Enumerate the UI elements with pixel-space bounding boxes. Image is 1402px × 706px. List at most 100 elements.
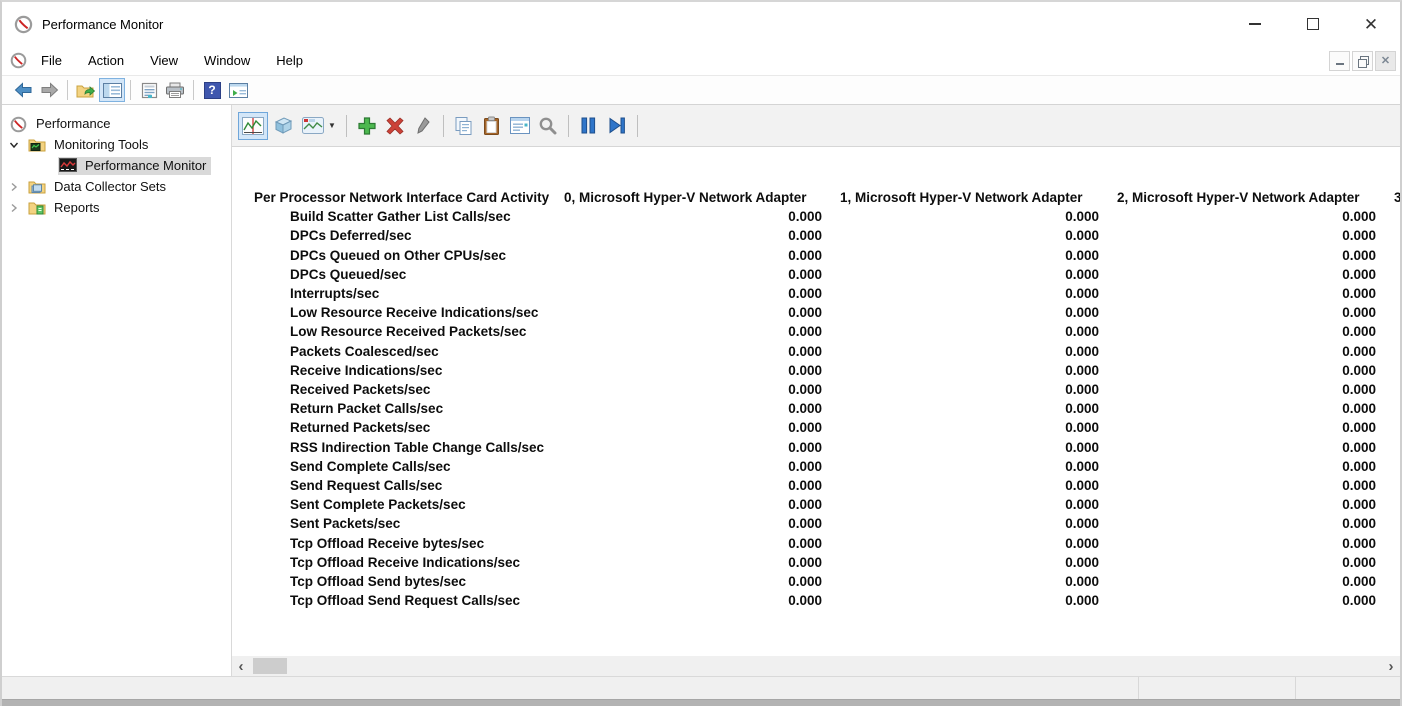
view-current-activity-icon [242,117,264,135]
counter-name: Sent Complete Packets/sec [254,495,564,514]
counter-value-clipped [1386,438,1400,457]
maximize-button[interactable] [1284,2,1342,46]
paste-icon [483,116,500,136]
counter-value-clipped [1386,457,1400,476]
tree-item-performance-monitor[interactable]: Performance Monitor [2,155,231,176]
chevron-expanded-icon[interactable] [8,139,20,151]
counter-value: 0.000 [832,572,1109,591]
export-list-button[interactable] [136,78,162,102]
back-icon [14,82,33,98]
table-row[interactable]: DPCs Queued on Other CPUs/sec0.0000.0000… [254,246,1400,265]
paste-counter-list-button[interactable] [478,112,506,140]
counter-value: 0.000 [832,418,1109,437]
table-row[interactable]: RSS Indirection Table Change Calls/sec0.… [254,438,1400,457]
tree-selection-highlight: Performance Monitor [58,157,211,175]
minimize-button[interactable] [1226,2,1284,46]
scroll-right-arrow[interactable]: › [1382,656,1400,676]
chevron-collapsed-icon[interactable] [8,181,20,193]
report-column-header[interactable]: 1, Microsoft Hyper-V Network Adapter [832,188,1109,207]
table-row[interactable]: DPCs Queued/sec0.0000.0000.000 [254,265,1400,284]
mdi-minimize-button[interactable] [1329,51,1350,71]
highlight-button[interactable] [409,112,437,140]
menu-action[interactable]: Action [76,48,136,73]
counter-value-clipped [1386,418,1400,437]
report-rows: Build Scatter Gather List Calls/sec0.000… [254,207,1400,610]
console-tree-icon [103,83,122,98]
tree-item-data-collector-sets[interactable]: Data Collector Sets [2,176,231,197]
table-row[interactable]: Low Resource Received Packets/sec0.0000.… [254,322,1400,341]
table-row[interactable]: Sent Complete Packets/sec0.0000.0000.000 [254,495,1400,514]
table-row[interactable]: Tcp Offload Send bytes/sec0.0000.0000.00… [254,572,1400,591]
copy-properties-button[interactable] [450,112,478,140]
view-current-activity-button[interactable] [238,112,268,140]
change-graph-type-button[interactable]: ▼ [298,112,340,140]
update-data-button[interactable] [603,112,631,140]
tree-item-reports[interactable]: Reports [2,197,231,218]
counter-value: 0.000 [1109,418,1386,437]
show-hide-action-pane-button[interactable] [225,78,251,102]
counter-value: 0.000 [832,342,1109,361]
report-column-header[interactable]: 0, Microsoft Hyper-V Network Adapter [564,188,832,207]
table-row[interactable]: Build Scatter Gather List Calls/sec0.000… [254,207,1400,226]
mdi-window-controls: ✕ [1329,51,1396,71]
tree-item-monitoring-tools[interactable]: Monitoring Tools [2,134,231,155]
table-row[interactable]: Sent Packets/sec0.0000.0000.000 [254,514,1400,533]
scroll-left-arrow[interactable]: ‹ [232,656,250,676]
close-button[interactable]: ✕ [1342,2,1400,46]
menu-file[interactable]: File [29,48,74,73]
counter-value: 0.000 [832,226,1109,245]
table-row[interactable]: Tcp Offload Receive Indications/sec0.000… [254,553,1400,572]
up-one-level-button[interactable] [73,78,99,102]
show-hide-console-tree-button[interactable] [99,78,125,102]
chevron-collapsed-icon[interactable] [8,202,20,214]
menu-window[interactable]: Window [192,48,262,73]
table-row[interactable]: Low Resource Receive Indications/sec0.00… [254,303,1400,322]
menu-help[interactable]: Help [264,48,315,73]
table-row[interactable]: Interrupts/sec0.0000.0000.000 [254,284,1400,303]
toolbar-separator [193,80,194,100]
table-row[interactable]: DPCs Deferred/sec0.0000.0000.000 [254,226,1400,245]
delete-counter-button[interactable] [381,112,409,140]
console-body: Performance Monitoring Tools Performance… [2,105,1400,676]
dropdown-arrow-icon[interactable]: ▼ [328,121,336,130]
console-system-icon[interactable] [10,52,27,69]
scrollbar-thumb[interactable] [253,658,287,674]
table-row[interactable]: Send Request Calls/sec0.0000.0000.000 [254,476,1400,495]
forward-button[interactable] [36,78,62,102]
monitoring-tools-folder-icon [28,137,46,153]
counter-value: 0.000 [832,380,1109,399]
print-button[interactable] [162,78,188,102]
horizontal-scrollbar[interactable]: ‹ › [232,656,1400,676]
report-column-header-clipped[interactable]: 3, [1386,188,1400,207]
zoom-button[interactable] [534,112,562,140]
table-row[interactable]: Receive Indications/sec0.0000.0000.000 [254,361,1400,380]
table-row[interactable]: Tcp Offload Send Request Calls/sec0.0000… [254,591,1400,610]
view-log-data-button[interactable] [268,112,298,140]
tree-item-performance-root[interactable]: Performance [2,113,231,134]
report-object-header[interactable]: Per Processor Network Interface Card Act… [254,188,564,207]
freeze-display-button[interactable] [575,112,603,140]
counter-name: DPCs Queued/sec [254,265,564,284]
highlight-pen-icon [415,116,431,135]
mdi-restore-button[interactable] [1352,51,1373,71]
table-row[interactable]: Returned Packets/sec0.0000.0000.000 [254,418,1400,437]
report-column-header[interactable]: 2, Microsoft Hyper-V Network Adapter [1109,188,1386,207]
mdi-close-button[interactable]: ✕ [1375,51,1396,71]
table-row[interactable]: Send Complete Calls/sec0.0000.0000.000 [254,457,1400,476]
add-counter-button[interactable] [353,112,381,140]
counter-value-clipped [1386,534,1400,553]
counter-value-clipped [1386,514,1400,533]
menu-view[interactable]: View [138,48,190,73]
counter-value: 0.000 [832,322,1109,341]
counter-value: 0.000 [1109,246,1386,265]
perfmon-toolbar: ▼ [232,105,1400,147]
counter-value-clipped [1386,591,1400,610]
help-button[interactable]: ? [199,78,225,102]
table-row[interactable]: Packets Coalesced/sec0.0000.0000.000 [254,342,1400,361]
properties-button[interactable] [506,112,534,140]
table-row[interactable]: Return Packet Calls/sec0.0000.0000.000 [254,399,1400,418]
back-button[interactable] [10,78,36,102]
counter-value-clipped [1386,361,1400,380]
table-row[interactable]: Received Packets/sec0.0000.0000.000 [254,380,1400,399]
table-row[interactable]: Tcp Offload Receive bytes/sec0.0000.0000… [254,534,1400,553]
